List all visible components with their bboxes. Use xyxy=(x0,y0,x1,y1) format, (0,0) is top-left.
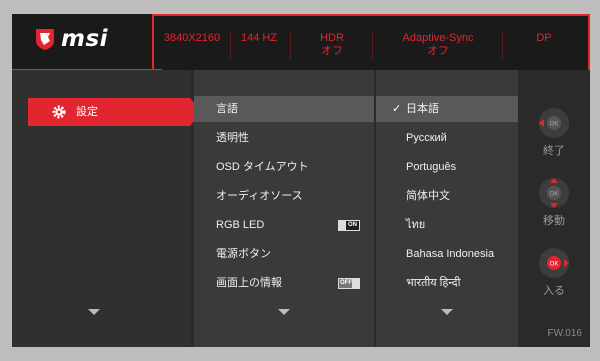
sub-menu-column: 言語 透明性 OSD タイムアウト オーディオソース RGB LED ON 電源… xyxy=(194,70,374,347)
nav-move: OK 移動 xyxy=(518,176,590,228)
nav-exit-label: 終了 xyxy=(543,145,565,157)
joystick-left-icon: OK xyxy=(539,108,569,138)
header-resolution: 3840X2160 xyxy=(163,32,221,44)
nav-enter: OK 入る xyxy=(518,246,590,298)
option-russian[interactable]: Русский xyxy=(376,125,518,151)
option-portuguese[interactable]: Português xyxy=(376,154,518,180)
header-adaptive-sync: Adaptive-Sync オフ xyxy=(402,32,474,57)
nav-move-label: 移動 xyxy=(543,215,565,227)
submenu-item-osd-timeout[interactable]: OSD タイムアウト xyxy=(194,154,374,180)
option-thai[interactable]: ไทย xyxy=(376,212,518,238)
main-menu-item-settings[interactable]: 設定 xyxy=(28,98,190,126)
option-bahasa-indonesia[interactable]: Bahasa Indonesia xyxy=(376,241,518,267)
joystick-right-icon: OK xyxy=(539,248,569,278)
header-hdr: HDR オフ xyxy=(320,32,344,57)
nav-exit: OK 終了 xyxy=(518,106,590,158)
main-menu-item-label: 設定 xyxy=(76,106,98,118)
nav-enter-label: 入る xyxy=(543,285,565,297)
option-hindi[interactable]: भारतीय हिन्दी xyxy=(376,270,518,296)
submenu-item-audio-source[interactable]: オーディオソース xyxy=(194,183,374,209)
screen-info-toggle[interactable]: OFF xyxy=(338,278,360,289)
submenu-item-language[interactable]: 言語 xyxy=(194,96,374,122)
svg-text:OK: OK xyxy=(550,122,559,128)
svg-text:OK: OK xyxy=(550,262,559,268)
gear-icon xyxy=(52,105,66,119)
navigation-hints-column: OK 終了 OK 移動 OK 入る FW.016 xyxy=(518,70,590,347)
svg-text:OK: OK xyxy=(550,192,559,198)
osd-frame: msi 3840X2160 144 HZ HDR オフ Adaptive-Sync… xyxy=(12,14,590,347)
header-input-source: DP xyxy=(536,32,552,44)
submenu-item-rgb-led[interactable]: RGB LED ON xyxy=(194,212,374,238)
joystick-up-down-icon: OK xyxy=(539,178,569,208)
submenu-item-power-button[interactable]: 電源ボタン xyxy=(194,241,374,267)
dragon-shield-icon xyxy=(36,29,54,50)
option-japanese[interactable]: ✓ 日本語 xyxy=(376,96,518,122)
scroll-down-icon xyxy=(278,309,290,315)
firmware-version: FW.016 xyxy=(547,328,582,339)
language-options-column: ✓ 日本語 Русский Português 简体中文 ไทย Bahasa I… xyxy=(376,70,518,347)
header-refresh-rate: 144 HZ xyxy=(240,32,278,44)
check-icon: ✓ xyxy=(392,103,402,115)
rgb-led-toggle[interactable]: ON xyxy=(338,220,360,231)
submenu-item-transparency[interactable]: 透明性 xyxy=(194,125,374,151)
osd-header: msi 3840X2160 144 HZ HDR オフ Adaptive-Sync… xyxy=(12,14,590,70)
scroll-down-icon xyxy=(441,309,453,315)
brand-text: msi xyxy=(61,26,109,52)
msi-logo: msi xyxy=(34,26,108,52)
scroll-down-icon xyxy=(88,309,100,315)
submenu-item-screen-info[interactable]: 画面上の情報 OFF xyxy=(194,270,374,296)
option-simplified-chinese[interactable]: 简体中文 xyxy=(376,183,518,209)
